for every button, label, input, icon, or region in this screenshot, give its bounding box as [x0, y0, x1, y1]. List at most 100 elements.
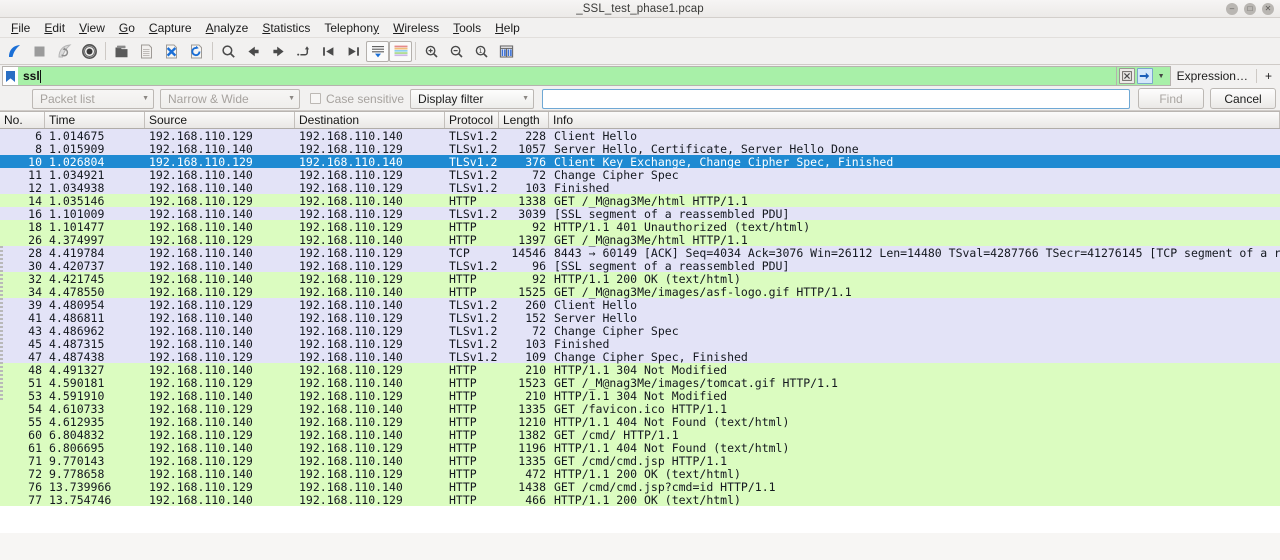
menu-view[interactable]: View	[72, 19, 112, 37]
table-row[interactable]: 18 1.101477 192.168.110.140 192.168.110.129…	[0, 220, 1280, 234]
table-row[interactable]: 53 4.591910 192.168.110.140 192.168.110.129…	[0, 388, 1280, 403]
table-row[interactable]: 10 1.026804 192.168.110.129 192.168.110.140…	[0, 154, 1280, 169]
table-row[interactable]: 45 4.487315 192.168.110.140 192.168.110.129…	[0, 337, 1280, 351]
table-row[interactable]: 60 6.804832 192.168.110.129 192.168.110.140…	[0, 428, 1280, 442]
cell-info: Server Hello	[554, 310, 638, 325]
table-row[interactable]: 48 4.491327 192.168.110.140 192.168.110.129…	[0, 362, 1280, 377]
menu-edit[interactable]: Edit	[37, 19, 72, 37]
menu-capture[interactable]: Capture	[142, 19, 199, 37]
column-header-source[interactable]: Source	[145, 112, 295, 128]
table-row[interactable]: 34 4.478550 192.168.110.129 192.168.110.140…	[0, 285, 1280, 299]
colorize-icon[interactable]	[389, 40, 412, 62]
close-icon[interactable]: ✕	[1262, 3, 1274, 15]
apply-filter-arrow-icon[interactable]	[1136, 68, 1153, 84]
save-file-icon[interactable]	[134, 39, 159, 64]
packet-list[interactable]: No. Time Source Destination Protocol Length In…	[0, 111, 1280, 560]
table-row[interactable]: 12 1.034938 192.168.110.140 192.168.110.129…	[0, 180, 1280, 195]
table-row[interactable]: 43 4.486962 192.168.110.140 192.168.110.129…	[0, 323, 1280, 338]
column-header-protocol[interactable]: Protocol	[445, 112, 499, 128]
table-row[interactable]: 54 4.610733 192.168.110.129 192.168.110.140…	[0, 401, 1280, 416]
go-back-icon[interactable]	[241, 39, 266, 64]
table-row[interactable]: 6 1.014675 192.168.110.129 192.168.110.140 T…	[0, 129, 1280, 143]
find-input[interactable]	[542, 88, 1130, 109]
menu-tools[interactable]: Tools	[446, 19, 488, 37]
maximize-icon[interactable]: □	[1244, 3, 1256, 15]
zoom-out-icon[interactable]	[444, 39, 469, 64]
table-row[interactable]: 61 6.806695 192.168.110.140 192.168.110.129…	[0, 441, 1280, 455]
display-filter-input[interactable]: ssl	[18, 66, 1117, 86]
table-row[interactable]: 72 9.778658 192.168.110.140 192.168.110.129…	[0, 467, 1280, 481]
table-row[interactable]: 77 13.754746 192.168.110.140 192.168.110.12…	[0, 493, 1280, 507]
expression-button[interactable]: Expression…	[1177, 69, 1248, 83]
find-search-type-combo[interactable]: Display filter ▼	[410, 88, 535, 109]
table-row[interactable]: 32 4.421745 192.168.110.140 192.168.110.129…	[0, 272, 1280, 286]
table-row[interactable]: 11 1.034921 192.168.110.140 192.168.110.129…	[0, 168, 1280, 182]
clear-filter-icon[interactable]	[1118, 68, 1135, 84]
minimize-icon[interactable]: –	[1226, 3, 1238, 15]
cell-info: HTTP/1.1 304 Not Modified	[554, 362, 728, 377]
menu-go[interactable]: Go	[112, 19, 142, 37]
column-header-time[interactable]: Time	[45, 112, 145, 128]
table-row[interactable]: 55 4.612935 192.168.110.140 192.168.110.129…	[0, 415, 1280, 429]
column-header-no[interactable]: No.	[0, 112, 45, 128]
filter-bookmark-icon[interactable]	[2, 66, 18, 86]
resize-columns-icon[interactable]	[494, 39, 519, 64]
menu-wireless[interactable]: Wireless	[386, 19, 446, 37]
add-filter-button-plus[interactable]: +	[1265, 69, 1272, 83]
go-to-last-packet-icon[interactable]	[341, 39, 366, 64]
table-row[interactable]: 71 9.770143 192.168.110.129 192.168.110.140…	[0, 453, 1280, 468]
cell-destination: 192.168.110.129	[299, 206, 403, 221]
cell-length: 210	[525, 362, 546, 377]
zoom-reset-icon[interactable]: 1	[469, 39, 494, 64]
table-row[interactable]: 16 1.101009 192.168.110.140 192.168.110.129…	[0, 206, 1280, 221]
table-row[interactable]: 76 13.739966 192.168.110.129 192.168.110.14…	[0, 479, 1280, 494]
table-row[interactable]: 26 4.374997 192.168.110.129 192.168.110.140…	[0, 233, 1280, 247]
find-search-in-combo[interactable]: Packet list ▼	[32, 88, 154, 109]
table-row[interactable]: 51 4.590181 192.168.110.129 192.168.110.140…	[0, 376, 1280, 390]
menu-analyze[interactable]: Analyze	[199, 19, 256, 37]
stop-capture-icon[interactable]	[27, 39, 52, 64]
close-file-icon[interactable]	[159, 39, 184, 64]
zoom-in-icon[interactable]	[419, 39, 444, 64]
column-header-length[interactable]: Length	[499, 112, 549, 128]
go-to-first-packet-icon[interactable]	[316, 39, 341, 64]
find-button[interactable]: Find	[1138, 88, 1204, 109]
go-to-packet-icon[interactable]	[291, 39, 316, 64]
table-row[interactable]: 41 4.486811 192.168.110.140 192.168.110.129…	[0, 310, 1280, 325]
table-row[interactable]: 14 1.035146 192.168.110.129 192.168.110.140…	[0, 194, 1280, 208]
cell-info: 8443 → 60149 [ACK] Seq=4034 Ack=3076 Win…	[554, 245, 1280, 260]
cell-protocol: TLSv1.2	[449, 154, 498, 169]
packet-list-rows[interactable]: 6 1.014675 192.168.110.129 192.168.110.140 T…	[0, 129, 1280, 507]
restart-capture-icon[interactable]	[52, 39, 77, 64]
find-charset-combo[interactable]: Narrow & Wide ▼	[160, 88, 300, 109]
filter-history-chevron-icon[interactable]: ▼	[1154, 72, 1168, 80]
cell-info: GET /favicon.ico HTTP/1.1	[554, 401, 728, 416]
menu-file[interactable]: File	[4, 19, 37, 37]
cell-length: 103	[525, 180, 546, 195]
column-header-info[interactable]: Info	[549, 112, 1280, 128]
find-case-sensitive-checkbox[interactable]: Case sensitive	[310, 92, 404, 106]
cell-info: [SSL segment of a reassembled PDU]	[554, 206, 790, 221]
table-row[interactable]: 30 4.420737 192.168.110.140 192.168.110.129…	[0, 259, 1280, 273]
go-forward-icon[interactable]	[266, 39, 291, 64]
menu-telephony[interactable]: Telephony	[317, 19, 386, 37]
table-row[interactable]: 28 4.419784 192.168.110.140 192.168.110.129…	[0, 245, 1280, 260]
capture-options-icon[interactable]	[77, 39, 102, 64]
open-file-icon[interactable]	[109, 39, 134, 64]
auto-scroll-icon[interactable]	[366, 40, 389, 62]
cell-destination: 192.168.110.129	[299, 141, 403, 156]
cell-info: GET /cmd/cmd.jsp?cmd=id HTTP/1.1	[554, 479, 776, 494]
cancel-button[interactable]: Cancel	[1210, 88, 1276, 109]
cell-time: 4.591910	[49, 388, 105, 403]
cell-time: 9.770143	[49, 453, 105, 468]
start-capture-icon[interactable]	[2, 39, 27, 64]
find-packet-icon[interactable]	[216, 39, 241, 64]
menu-help[interactable]: Help	[488, 19, 527, 37]
menu-statistics[interactable]: Statistics	[255, 19, 317, 37]
reload-file-icon[interactable]	[184, 39, 209, 64]
column-header-destination[interactable]: Destination	[295, 112, 445, 128]
table-row[interactable]: 39 4.480954 192.168.110.129 192.168.110.140…	[0, 298, 1280, 312]
table-row[interactable]: 47 4.487438 192.168.110.129 192.168.110.140…	[0, 350, 1280, 364]
cell-time: 4.486962	[49, 323, 105, 338]
table-row[interactable]: 8 1.015909 192.168.110.140 192.168.110.129 T…	[0, 141, 1280, 156]
